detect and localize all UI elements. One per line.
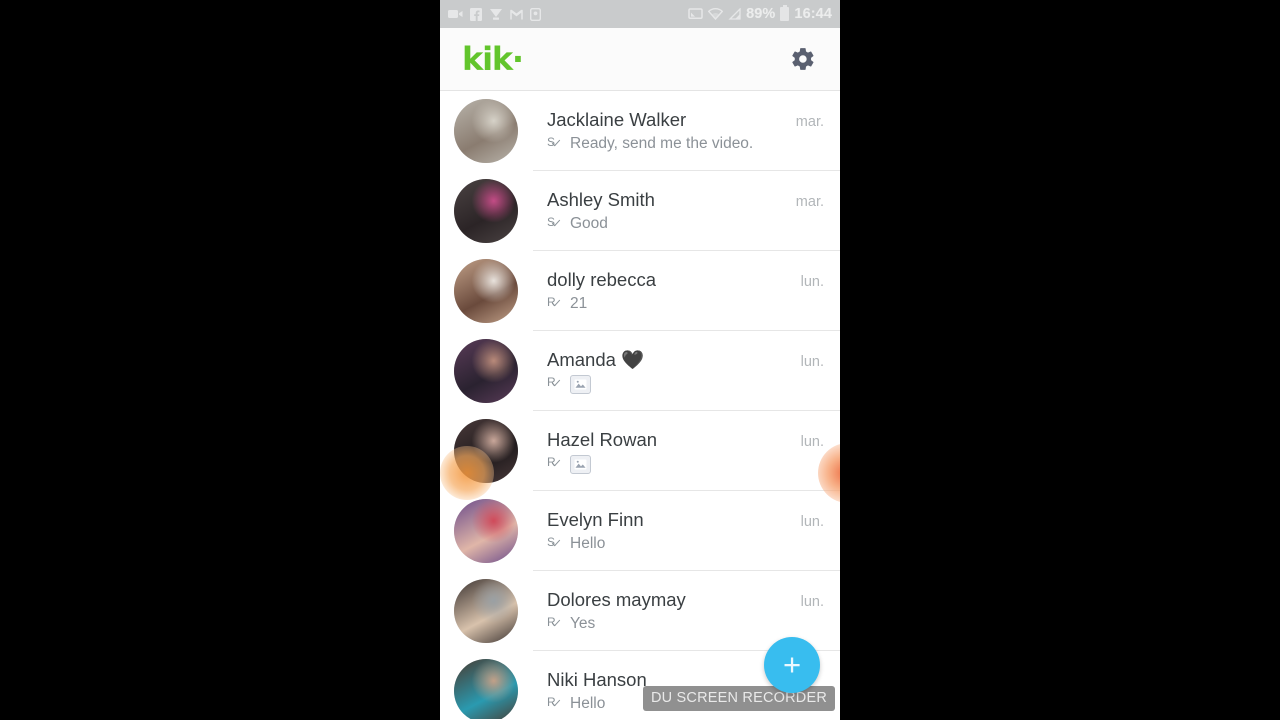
chat-row-top: Evelyn Finn lun. — [547, 509, 824, 531]
gmail-icon — [510, 9, 523, 19]
chat-row-bottom: S Hello — [547, 535, 824, 553]
image-attachment-icon — [570, 374, 591, 394]
avatar-image — [454, 339, 518, 403]
video-camera-icon — [448, 10, 463, 18]
chat-timestamp: lun. — [800, 353, 824, 370]
kik-logo: kik· — [462, 40, 524, 78]
avatar-image — [454, 419, 518, 483]
chat-name: Hazel Rowan — [547, 428, 658, 450]
chat-row-body: Evelyn Finn lun. S Hello — [518, 509, 824, 553]
chat-row-top: Ashley Smith mar. — [547, 189, 824, 211]
chat-list-item[interactable]: Ashley Smith mar. S Good — [440, 171, 840, 251]
chat-preview-text: Hello — [570, 695, 606, 712]
chat-row-bottom: S Ready, send me the video. — [547, 135, 824, 153]
chat-name: Niki Hanson — [547, 669, 647, 690]
download-icon — [490, 8, 502, 20]
clock-label: 16:44 — [794, 6, 832, 22]
avatar-image — [454, 179, 518, 243]
avatar-image — [454, 659, 518, 719]
chat-list-item[interactable]: Amanda 🖤 lun. R — [440, 331, 840, 411]
avatar[interactable] — [454, 179, 518, 243]
chat-row-bottom: R — [547, 454, 824, 474]
chat-timestamp: lun. — [800, 594, 824, 610]
chat-row-body: Dolores maymay lun. R Yes — [518, 589, 824, 633]
phone-screen: 89% 16:44 kik· Jacklaine Walker mar. S R… — [440, 0, 840, 720]
message-status-icon: R — [547, 456, 562, 472]
image-attachment-icon — [570, 454, 591, 474]
message-status-icon: R — [547, 296, 562, 312]
chat-row-body: Ashley Smith mar. S Good — [518, 189, 824, 233]
chat-timestamp: mar. — [795, 194, 824, 210]
chat-timestamp: mar. — [795, 114, 824, 130]
signal-icon — [728, 8, 741, 20]
gear-icon — [792, 48, 814, 70]
avatar[interactable] — [454, 339, 518, 403]
chat-name: dolly rebecca — [547, 269, 657, 290]
message-status-icon: S — [547, 216, 562, 232]
chat-row-body: Amanda 🖤 lun. R — [518, 349, 824, 394]
chat-row-body: Jacklaine Walker mar. S Ready, send me t… — [518, 109, 824, 153]
message-status-icon: R — [547, 616, 562, 632]
avatar-image — [454, 579, 518, 643]
plus-icon: + — [782, 647, 802, 682]
chat-list-item[interactable]: Evelyn Finn lun. S Hello — [440, 491, 840, 571]
new-chat-fab-button[interactable]: + — [764, 637, 820, 693]
status-bar-right-icons: 89% 16:44 — [688, 5, 832, 22]
status-bar: 89% 16:44 — [440, 0, 840, 28]
avatar[interactable] — [454, 419, 518, 483]
avatar[interactable] — [454, 499, 518, 563]
avatar-image — [454, 259, 518, 323]
chat-row-bottom: R 21 — [547, 295, 824, 313]
chat-timestamp: lun. — [800, 433, 824, 450]
chat-name: Dolores maymay — [547, 589, 686, 610]
chat-list-item[interactable]: Hazel Rowan lun. R — [440, 411, 840, 491]
chat-row-body: dolly rebecca lun. R 21 — [518, 269, 824, 313]
chat-row-bottom: R — [547, 374, 824, 394]
avatar-image — [454, 499, 518, 563]
chat-preview-text: Ready, send me the video. — [570, 135, 754, 152]
chat-name: Evelyn Finn — [547, 509, 644, 530]
chat-list[interactable]: Jacklaine Walker mar. S Ready, send me t… — [440, 91, 840, 719]
battery-percent-label: 89% — [746, 6, 776, 22]
chat-row-top: dolly rebecca lun. — [547, 269, 824, 291]
message-status-icon: S — [547, 536, 562, 552]
chat-preview-text: Yes — [570, 615, 596, 632]
chat-row-body: Hazel Rowan lun. R — [518, 429, 824, 474]
chat-row-top: Jacklaine Walker mar. — [547, 109, 824, 131]
cast-icon — [688, 8, 703, 19]
screen-recorder-watermark: DU SCREEN RECORDER — [642, 686, 835, 711]
status-bar-left-icons — [448, 7, 541, 21]
app-bar: kik· — [440, 28, 840, 91]
chat-name: Ashley Smith — [547, 189, 655, 210]
chat-row-bottom: S Good — [547, 215, 824, 233]
chat-row-top: Hazel Rowan lun. — [547, 429, 824, 451]
settings-button[interactable] — [786, 42, 820, 76]
chat-name: Jacklaine Walker — [547, 109, 687, 130]
chat-row-top: Dolores maymay lun. — [547, 589, 824, 611]
avatar-image — [454, 99, 518, 163]
message-status-icon: R — [547, 376, 562, 392]
chat-list-item[interactable]: dolly rebecca lun. R 21 — [440, 251, 840, 331]
avatar[interactable] — [454, 579, 518, 643]
facebook-icon — [470, 7, 482, 21]
app-icon — [530, 7, 541, 21]
chat-list-item[interactable]: Jacklaine Walker mar. S Ready, send me t… — [440, 91, 840, 171]
chat-preview-text: Hello — [570, 535, 606, 552]
message-status-icon: R — [547, 696, 562, 712]
chat-row-bottom: R Yes — [547, 615, 824, 633]
avatar[interactable] — [454, 99, 518, 163]
chat-name: Amanda 🖤 — [547, 348, 645, 370]
chat-timestamp: lun. — [800, 274, 824, 290]
battery-icon — [780, 5, 790, 21]
chat-timestamp: lun. — [800, 514, 824, 530]
chat-row-top: Amanda 🖤 lun. — [547, 349, 824, 371]
avatar[interactable] — [454, 659, 518, 719]
chat-preview-text: Good — [570, 215, 608, 232]
wifi-icon — [708, 8, 724, 20]
chat-preview-text: 21 — [570, 295, 588, 312]
message-status-icon: S — [547, 136, 562, 152]
avatar[interactable] — [454, 259, 518, 323]
